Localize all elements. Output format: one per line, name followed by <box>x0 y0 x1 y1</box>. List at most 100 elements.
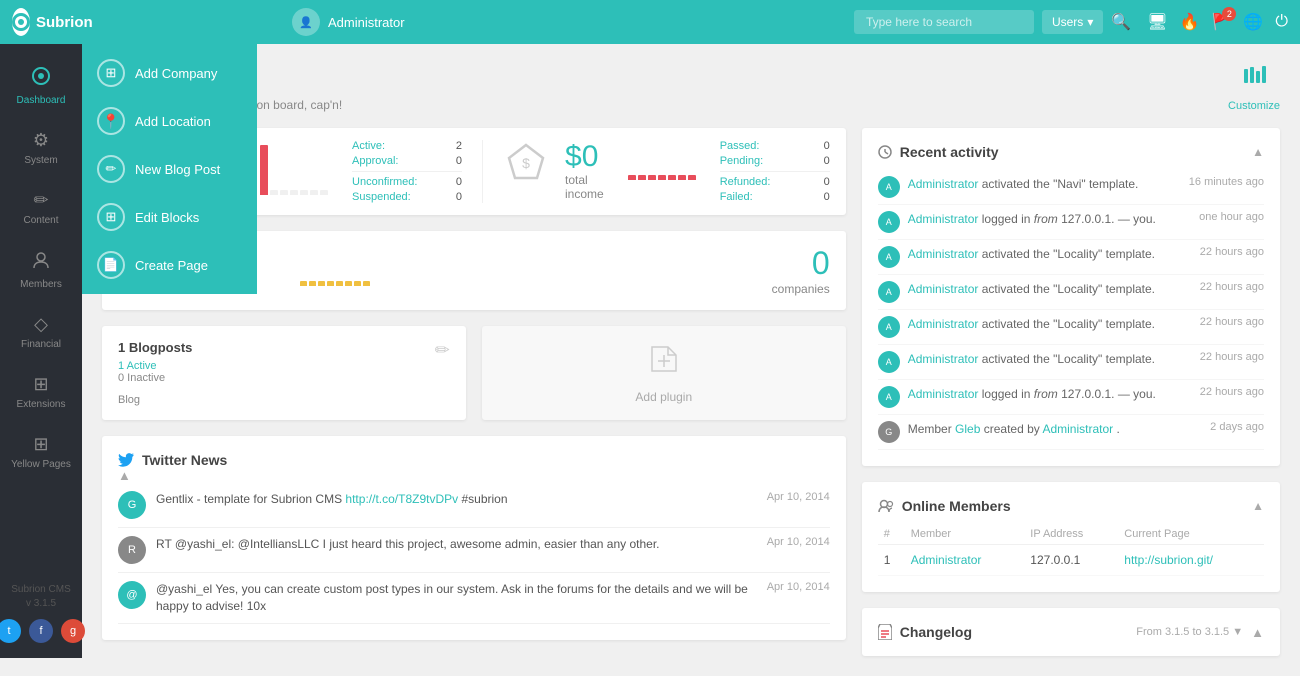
members-icon <box>31 250 51 275</box>
activity-text-5: Administrator activated the "Locality" t… <box>908 351 1192 368</box>
edit-blocks-label: Edit Blocks <box>135 210 199 225</box>
twitter-link-0[interactable]: http://t.co/T8Z9tvDPv <box>345 492 458 506</box>
activity-item-3: A Administrator activated the "Locality"… <box>878 275 1264 310</box>
create-page-icon: 📄 <box>97 251 125 279</box>
blogpost-active: 1 Active <box>118 360 192 372</box>
version-text: Subrion CMS v 3.1.5 <box>11 583 70 611</box>
sidebar-item-members[interactable]: Members <box>0 238 82 302</box>
financial-icon: ◇ <box>34 314 48 335</box>
twitter-header: Twitter News ▲ <box>118 452 830 483</box>
activity-avatar-6: A <box>878 386 900 408</box>
globe-icon[interactable]: 🌐 <box>1243 12 1263 32</box>
add-location-label: Add Location <box>135 114 211 129</box>
sidebar-item-extensions[interactable]: ⊞ Extensions <box>0 362 82 422</box>
col-member: Member <box>905 524 1025 545</box>
fire-icon[interactable]: 🔥 <box>1180 12 1200 32</box>
flag-icon[interactable]: 🚩 2 <box>1212 12 1232 32</box>
dropdown-new-blog-post[interactable]: ✏ New Blog Post <box>82 145 257 193</box>
dropdown-add-location[interactable]: 📍 Add Location <box>82 97 257 145</box>
add-company-label: Add Company <box>135 66 217 81</box>
monitor-icon[interactable]: 🖥 <box>1147 12 1167 32</box>
dashboard-grid: 2 total members <box>102 128 1280 656</box>
dropdown-add-company[interactable]: ⊞ Add Company <box>82 49 257 97</box>
activity-time-7: 2 days ago <box>1210 421 1264 433</box>
add-plugin-card[interactable]: Add plugin <box>482 326 846 420</box>
add-plugin-label: Add plugin <box>635 390 692 404</box>
col-num: # <box>878 524 905 545</box>
admin-name: Administrator <box>328 15 405 30</box>
power-icon[interactable]: ⏻ <box>1275 13 1288 31</box>
row-ip: 127.0.0.1 <box>1024 545 1118 576</box>
twitter-social-icon[interactable]: t <box>0 619 21 643</box>
activity-avatar-3: A <box>878 281 900 303</box>
logo-inner <box>12 13 30 31</box>
activity-avatar-0: A <box>878 176 900 198</box>
online-members-collapse[interactable]: ▲ <box>1252 499 1264 513</box>
members-chart <box>260 140 328 195</box>
changelog-version[interactable]: From 3.1.5 to 3.1.5 ▼ <box>1136 626 1243 638</box>
sidebar-label-members: Members <box>20 279 62 290</box>
social-icons: t f g <box>0 619 85 643</box>
recent-activity-collapse[interactable]: ▲ <box>1252 145 1264 159</box>
activity-time-3: 22 hours ago <box>1200 281 1264 293</box>
activity-avatar-7: G <box>878 421 900 443</box>
changelog-collapse-icon[interactable]: ▲ <box>1251 625 1264 640</box>
sidebar-item-financial[interactable]: ◇ Financial <box>0 302 82 362</box>
google-social-icon[interactable]: g <box>61 619 85 643</box>
customize-label: Customize <box>1228 100 1280 112</box>
extensions-icon: ⊞ <box>33 374 48 395</box>
twitter-item-0: G Gentlix - template for Subrion CMS htt… <box>118 483 830 528</box>
recent-activity-header: Recent activity ▲ <box>878 144 1264 160</box>
activity-text-2: Administrator activated the "Locality" t… <box>908 246 1192 263</box>
customize-button[interactable]: Customize <box>1228 64 1280 112</box>
income-amount: $0 <box>565 140 604 173</box>
changelog-controls: From 3.1.5 to 3.1.5 ▼ ▲ <box>1136 625 1264 640</box>
companies-chart <box>290 256 756 286</box>
search-button[interactable]: 🔍 <box>1111 12 1131 32</box>
twitter-collapse-icon[interactable]: ▲ <box>118 468 131 483</box>
online-members-table: # Member IP Address Current Page 1 Admin… <box>878 524 1264 576</box>
dropdown-create-page[interactable]: 📄 Create Page <box>82 241 257 289</box>
online-members-title: Online Members <box>878 498 1011 514</box>
sidebar-label-dashboard: Dashboard <box>17 95 66 106</box>
blogpost-count: 1 Blogposts <box>118 340 192 355</box>
sidebar-item-dashboard[interactable]: Dashboard <box>0 54 82 118</box>
activity-time-4: 22 hours ago <box>1200 316 1264 328</box>
changelog-header: Changelog From 3.1.5 to 3.1.5 ▼ ▲ <box>878 624 1264 640</box>
activity-time-2: 22 hours ago <box>1200 246 1264 258</box>
companies-count-wrap: 0 companies <box>772 245 830 296</box>
row-member: Administrator <box>905 545 1025 576</box>
facebook-social-icon[interactable]: f <box>29 619 53 643</box>
companies-label: companies <box>772 282 830 296</box>
table-row: 1 Administrator 127.0.0.1 http://subrion… <box>878 545 1264 576</box>
twitter-avatar-0: G <box>118 491 146 519</box>
sidebar-item-yellow-pages[interactable]: ⊞ Yellow Pages <box>0 422 82 482</box>
users-button[interactable]: Users ▾ <box>1042 10 1103 34</box>
twitter-text-0: Gentlix - template for Subrion CMS http:… <box>156 491 749 508</box>
activity-item-6: A Administrator logged in from 127.0.0.1… <box>878 380 1264 415</box>
twitter-avatar-1: R <box>118 536 146 564</box>
recent-activity-title: Recent activity <box>878 144 999 160</box>
twitter-news-card: Twitter News ▲ G Gentlix - template for … <box>102 436 846 640</box>
activity-item-4: A Administrator activated the "Locality"… <box>878 310 1264 345</box>
companies-count: 0 <box>772 245 830 282</box>
activity-item-0: A Administrator activated the "Navi" tem… <box>878 170 1264 205</box>
blogpost-info: 1 Blogposts 1 Active 0 Inactive <box>118 340 192 384</box>
income-chart <box>628 140 696 180</box>
right-column: Recent activity ▲ A Administrator activa… <box>862 128 1280 656</box>
sidebar-item-system[interactable]: ⚙ System <box>0 118 82 178</box>
logo: Subrion <box>12 8 92 36</box>
header-icons: 🖥 🔥 🚩 2 🌐 ⏻ <box>1147 12 1288 32</box>
sidebar-item-content[interactable]: ✏ Content <box>0 178 82 238</box>
twitter-date-0: Apr 10, 2014 <box>767 491 830 503</box>
activity-text-0: Administrator activated the "Navi" templ… <box>908 176 1181 193</box>
col-ip: IP Address <box>1024 524 1118 545</box>
income-details: Passed: 0 Pending: 0 Refunded: 0 <box>720 140 830 203</box>
blog-plugin-row: 1 Blogposts 1 Active 0 Inactive ✏ Blog <box>102 326 846 420</box>
twitter-item-1: R RT @yashi_el: @IntelliansLLC I just he… <box>118 528 830 573</box>
notification-badge: 2 <box>1222 7 1236 21</box>
search-input[interactable] <box>854 10 1034 34</box>
logo-text: Subrion <box>36 14 93 31</box>
activity-avatar-4: A <box>878 316 900 338</box>
dropdown-edit-blocks[interactable]: ⊞ Edit Blocks <box>82 193 257 241</box>
